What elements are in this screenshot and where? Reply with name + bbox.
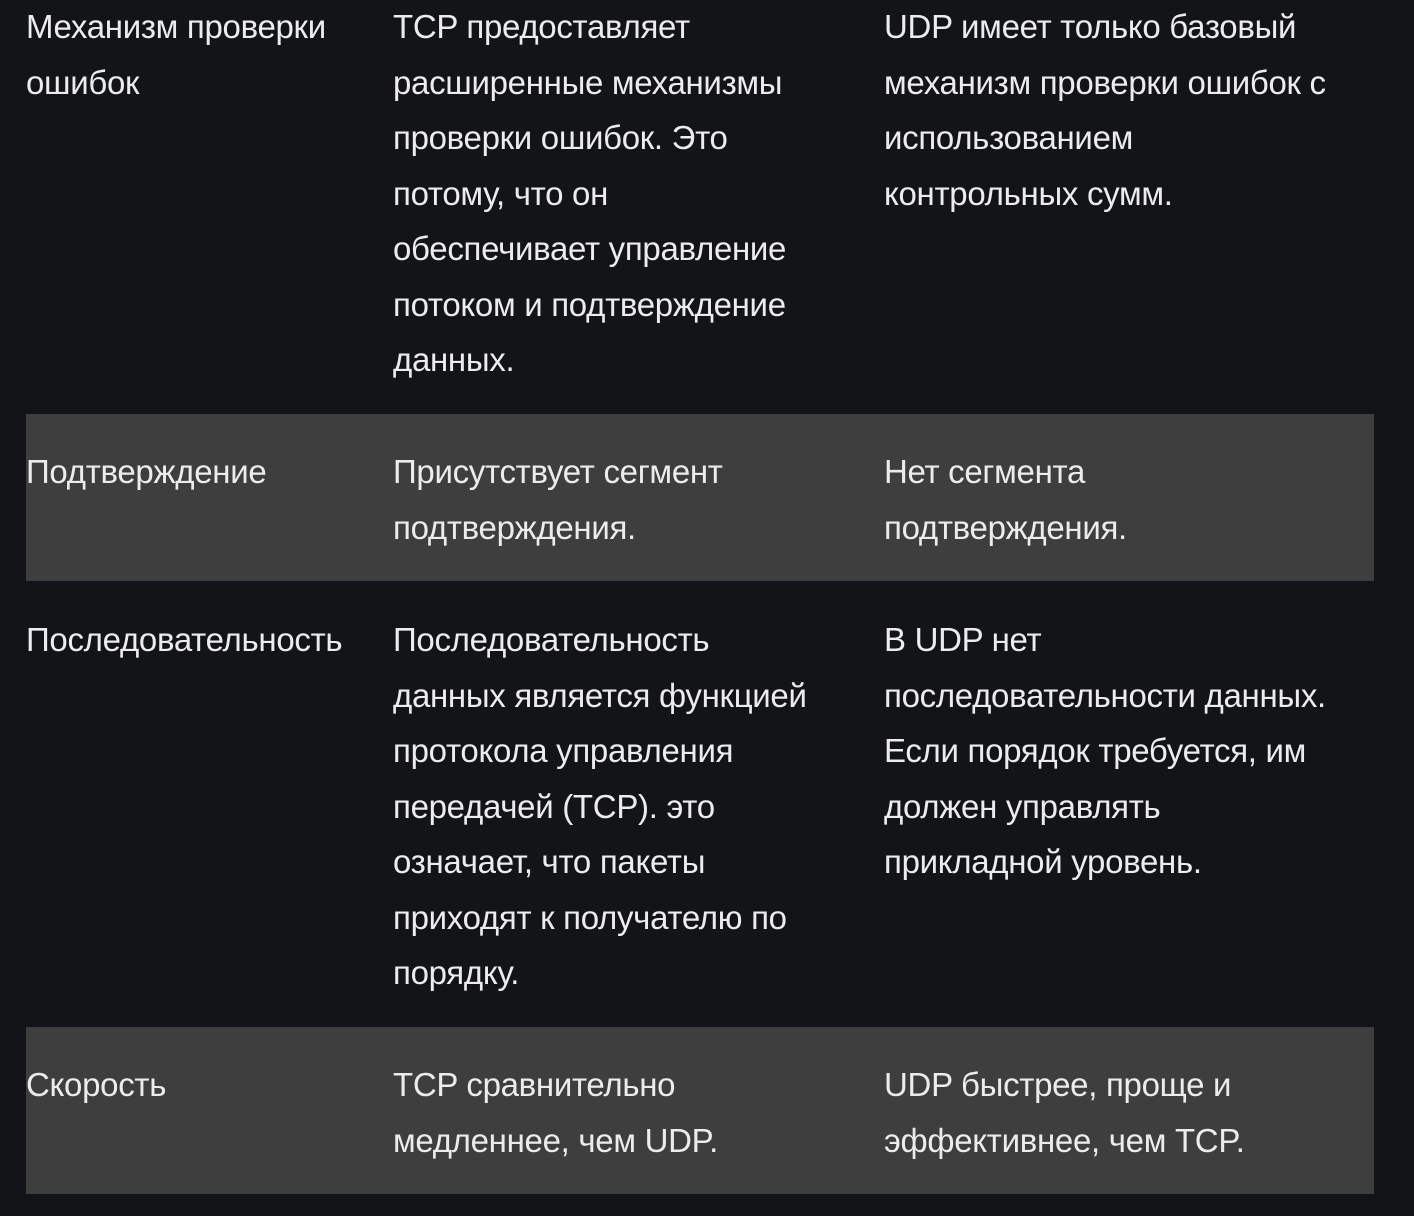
- udp-cell: UDP быстрее, проще и эффективнее, чем TC…: [884, 1066, 1245, 1159]
- table-row: Скорость TCP сравнительно медленнее, чем…: [26, 1027, 1374, 1194]
- udp-cell: UDP имеет только базовый механизм провер…: [884, 8, 1326, 212]
- feature-cell: Последовательность: [26, 621, 343, 658]
- tcp-cell: Последовательность данных является функц…: [393, 621, 807, 991]
- tcp-cell: Присутствует сегмент подтверждения.: [393, 453, 723, 546]
- table-row: Последовательность Последовательность да…: [26, 581, 1374, 1027]
- table-row: Механизм проверки ошибок TCP предоставля…: [26, 0, 1374, 414]
- udp-cell: В UDP нет последовательности данных. Есл…: [884, 621, 1326, 880]
- table-row: Подтверждение Присутствует сегмент подтв…: [26, 414, 1374, 581]
- feature-cell: Скорость: [26, 1066, 167, 1103]
- udp-cell: Нет сегмента подтверждения.: [884, 453, 1127, 546]
- comparison-table: Механизм проверки ошибок TCP предоставля…: [26, 0, 1374, 1194]
- feature-cell: Подтверждение: [26, 453, 267, 490]
- tcp-cell: TCP предоставляет расширенные механизмы …: [393, 8, 787, 378]
- tcp-cell: TCP сравнительно медленнее, чем UDP.: [393, 1066, 718, 1159]
- feature-cell: Механизм проверки ошибок: [26, 8, 326, 101]
